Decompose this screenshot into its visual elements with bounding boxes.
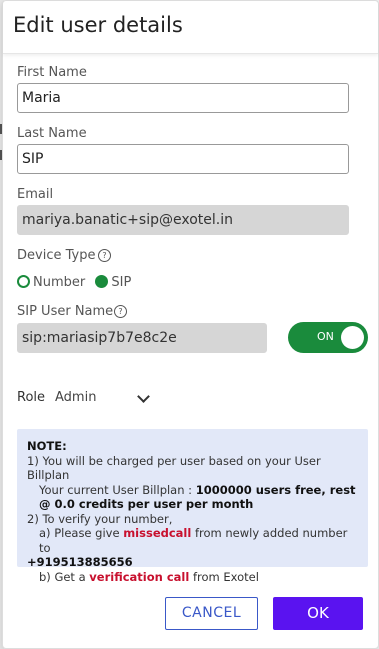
- note-line-4: a) Please give missedcall from newly add…: [27, 526, 358, 555]
- email-label: Email: [17, 187, 54, 202]
- note-billplan-prefix: Your current User Billplan :: [39, 482, 196, 497]
- radio-button-icon[interactable]: [17, 275, 30, 288]
- radio-sip-label: SIP: [111, 275, 132, 290]
- edit-user-dialog: Edit user details First Name Last Name E…: [2, 0, 379, 649]
- note-line-6: b) Get a verification call from Exotel: [27, 570, 358, 585]
- note-missedcall-highlight: missedcall: [123, 526, 192, 540]
- role-selected-value: Admin: [55, 390, 97, 405]
- note-line-2: Your current User Billplan : 1000000 use…: [27, 483, 358, 512]
- ok-button[interactable]: OK: [273, 597, 363, 630]
- dialog-header: Edit user details: [3, 1, 378, 54]
- radio-number[interactable]: Number: [17, 275, 89, 290]
- sip-user-name-field: [17, 323, 267, 353]
- note-line-3: 2) To verify your number,: [27, 511, 173, 526]
- sip-user-name-label: SIP User Name: [17, 304, 114, 319]
- device-type-label: Device Type: [17, 248, 96, 263]
- role-label: Role: [17, 390, 46, 405]
- note-heading: NOTE:: [27, 439, 67, 453]
- billing-note: NOTE: 1) You will be charged per user ba…: [17, 429, 368, 584]
- note-line-1: 1) You will be charged per user based on…: [27, 453, 321, 483]
- first-name-label: First Name: [17, 65, 87, 80]
- chevron-down-icon[interactable]: [137, 390, 150, 403]
- role-select[interactable]: Admin: [55, 390, 155, 410]
- radio-sip[interactable]: SIP: [95, 275, 131, 290]
- email-field: [17, 205, 349, 235]
- last-name-label: Last Name: [17, 126, 87, 141]
- note-verification-prefix: b) Get a: [39, 569, 90, 584]
- note-phone-number: +919513885656: [27, 555, 133, 569]
- radio-number-label: Number: [33, 275, 86, 290]
- cancel-button[interactable]: CANCEL: [165, 597, 258, 630]
- help-circle-icon[interactable]: ?: [98, 249, 111, 262]
- last-name-input[interactable]: [17, 144, 349, 174]
- device-type-radio-group: Number SIP: [17, 275, 131, 290]
- sip-toggle-switch[interactable]: ON: [288, 322, 368, 353]
- note-verification-suffix: from Exotel: [189, 569, 259, 584]
- note-verification-highlight: verification call: [89, 569, 190, 584]
- first-name-input[interactable]: [17, 83, 349, 113]
- dialog-title: Edit user details: [13, 13, 183, 37]
- radio-button-selected-icon[interactable]: [95, 275, 109, 288]
- toggle-state-label: ON: [317, 330, 334, 343]
- note-missedcall-prefix: a) Please give: [39, 526, 124, 540]
- toggle-knob: [341, 326, 364, 349]
- help-circle-icon[interactable]: ?: [114, 305, 127, 318]
